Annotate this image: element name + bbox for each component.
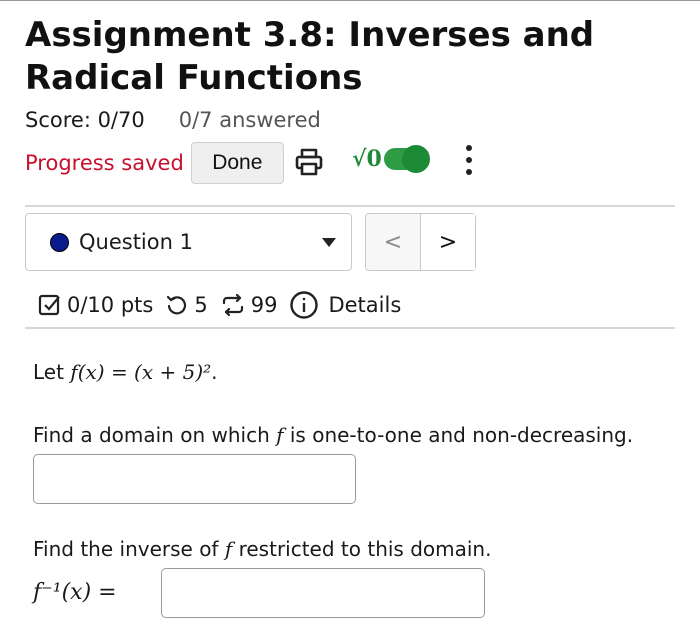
question-select[interactable]: Question 1 (25, 213, 352, 271)
divider (25, 327, 675, 329)
part2-prompt: Find the inverse of f restricted to this… (33, 537, 491, 561)
retries-count: 99 (250, 293, 278, 317)
undo-attempts-icon (165, 293, 189, 317)
answered-count: 0/7 answered (178, 108, 321, 132)
inverse-label: f⁻¹(x) = (33, 580, 117, 605)
part1-prefix: Find a domain on which (33, 423, 277, 447)
top-border (0, 0, 700, 1)
caret-down-icon (322, 238, 336, 247)
done-button[interactable]: Done (190, 142, 284, 184)
part1-variable: f (276, 423, 284, 447)
intro-text: Let (33, 360, 71, 384)
question-select-label: Question 1 (79, 230, 193, 254)
part2-suffix: restricted to this domain. (232, 537, 492, 561)
domain-answer-input[interactable] (33, 454, 356, 504)
toggle-switch[interactable] (383, 145, 430, 173)
progress-row: Progress saved Done (25, 142, 284, 184)
page-title: Assignment 3.8: Inverses and Radical Fun… (25, 15, 595, 98)
previous-question-button[interactable]: < (366, 214, 421, 270)
vertical-ellipsis-icon[interactable] (462, 145, 476, 179)
points-text: 0/10 pts (67, 293, 154, 317)
part1-prompt: Find a domain on which f is one-to-one a… (33, 423, 633, 447)
math-toggle-label: √0 (352, 146, 382, 172)
question-nav-buttons: < > (365, 213, 476, 271)
attempts-count: 5 (194, 293, 208, 317)
divider (25, 205, 675, 207)
question-meta: 0/10 pts 5 99 Details (38, 288, 401, 322)
math-display-toggle[interactable]: √0 (352, 145, 430, 173)
retry-icon (220, 293, 246, 317)
info-icon[interactable] (289, 290, 319, 320)
part1-suffix: is one-to-one and non-decreasing. (283, 423, 634, 447)
next-question-button[interactable]: > (421, 214, 475, 270)
question-status-dot (50, 232, 69, 252)
details-link[interactable]: Details (328, 293, 401, 317)
intro-suffix: . (211, 360, 218, 384)
progress-saved-status: Progress saved (25, 151, 184, 175)
function-definition: f(x) = (x + 5)² (70, 360, 212, 384)
score-text: Score: 0/70 (25, 108, 145, 132)
score-row: Score: 0/70 0/7 answered (25, 108, 321, 132)
checkbox-icon (38, 293, 62, 317)
question-intro: Let f(x) = (x + 5)². (33, 360, 218, 384)
toggle-knob (401, 145, 430, 173)
part2-prefix: Find the inverse of (33, 537, 225, 561)
inverse-answer-input[interactable] (161, 568, 485, 618)
printer-icon[interactable] (294, 147, 324, 177)
